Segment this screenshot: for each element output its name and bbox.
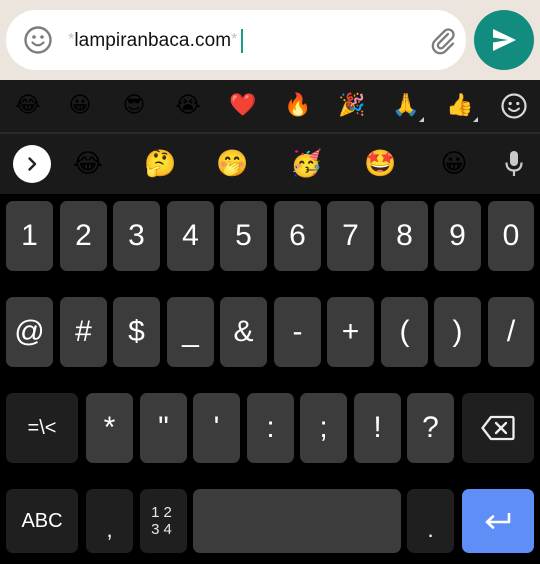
key-open-paren[interactable]: ( xyxy=(381,297,428,367)
key-2[interactable]: 2 xyxy=(60,201,107,271)
key-double-quote[interactable]: " xyxy=(140,393,187,463)
chevron-right-icon xyxy=(28,157,37,171)
suggested-emoji[interactable]: 🤩 xyxy=(364,148,396,180)
recent-emoji[interactable]: 😀 xyxy=(66,92,94,120)
microphone-icon[interactable] xyxy=(500,148,528,180)
message-input-pill[interactable]: * lampiranbaca.com * xyxy=(6,10,466,70)
send-arrow-icon xyxy=(493,29,516,51)
expand-suggestions-button[interactable] xyxy=(13,145,51,183)
backspace-icon xyxy=(481,415,515,441)
numpad-label-top: 12 xyxy=(151,504,176,521)
key-ampersand[interactable]: & xyxy=(220,297,267,367)
key-slash[interactable]: / xyxy=(488,297,534,367)
comma-key-label: , xyxy=(106,517,113,542)
recent-emoji[interactable]: 🙏 xyxy=(392,92,420,120)
paperclip-icon[interactable] xyxy=(426,24,460,58)
key-close-paren[interactable]: ) xyxy=(434,297,481,367)
message-text-field[interactable]: * lampiranbaca.com * xyxy=(68,28,418,54)
space-key[interactable] xyxy=(193,489,401,553)
comma-key[interactable]: , xyxy=(86,489,133,553)
symbol-keyboard: 1 2 3 4 5 6 7 8 9 0 @ # $ _ & - + ( ) / … xyxy=(0,194,540,564)
more-symbols-key[interactable]: =\< xyxy=(6,393,78,463)
abc-key[interactable]: ABC xyxy=(6,489,78,553)
key-5[interactable]: 5 xyxy=(220,201,267,271)
suggested-emoji[interactable]: 🤭 xyxy=(216,148,248,180)
key-colon[interactable]: : xyxy=(247,393,294,463)
suggested-emoji[interactable]: 🥳 xyxy=(290,148,322,180)
recent-emoji[interactable]: 😭 xyxy=(174,92,202,120)
recent-emoji-row: 😂 😀 😎 😭 ❤️ 🔥 🎉 🙏 👍 xyxy=(0,80,540,132)
key-0[interactable]: 0 xyxy=(488,201,534,271)
key-1[interactable]: 1 xyxy=(6,201,53,271)
recent-emoji[interactable]: 😂 xyxy=(14,92,42,120)
text-caret xyxy=(240,29,243,53)
key-underscore[interactable]: _ xyxy=(167,297,214,367)
key-9[interactable]: 9 xyxy=(434,201,481,271)
recent-emoji[interactable]: 🔥 xyxy=(284,92,312,120)
key-3[interactable]: 3 xyxy=(113,201,160,271)
key-4[interactable]: 4 xyxy=(167,201,214,271)
period-key-label: . xyxy=(427,517,434,542)
key-7[interactable]: 7 xyxy=(327,201,374,271)
smiley-outline-icon[interactable] xyxy=(500,92,528,120)
period-key[interactable]: . xyxy=(407,489,454,553)
message-text: lampiranbaca.com xyxy=(74,30,232,51)
send-button[interactable] xyxy=(474,10,534,70)
emoji-smiley-icon[interactable] xyxy=(23,25,53,55)
suggested-emoji[interactable]: 🤔 xyxy=(144,148,176,180)
recent-emoji[interactable]: 👍 xyxy=(446,92,474,120)
message-compose-bar: * lampiranbaca.com * xyxy=(0,0,540,80)
key-semicolon[interactable]: ; xyxy=(300,393,347,463)
key-hash[interactable]: # xyxy=(60,297,107,367)
key-6[interactable]: 6 xyxy=(274,201,321,271)
enter-return-icon xyxy=(485,513,511,529)
variant-indicator xyxy=(419,117,424,122)
bold-marker-end: * xyxy=(231,31,238,48)
key-exclamation[interactable]: ! xyxy=(354,393,401,463)
key-dollar[interactable]: $ xyxy=(113,297,160,367)
key-8[interactable]: 8 xyxy=(381,201,428,271)
key-at[interactable]: @ xyxy=(6,297,53,367)
key-single-quote[interactable]: ' xyxy=(193,393,240,463)
variant-indicator xyxy=(473,117,478,122)
recent-emoji[interactable]: 🎉 xyxy=(338,92,366,120)
emoji-suggestion-row: 😂 🤔 🤭 🥳 🤩 😀 xyxy=(0,134,540,194)
key-plus[interactable]: + xyxy=(327,297,374,367)
suggested-emoji[interactable]: 😀 xyxy=(438,148,470,180)
key-asterisk[interactable]: * xyxy=(86,393,133,463)
key-question[interactable]: ? xyxy=(407,393,454,463)
numpad-label-bottom: 34 xyxy=(151,521,176,538)
enter-key[interactable] xyxy=(462,489,534,553)
backspace-key[interactable] xyxy=(462,393,534,463)
recent-emoji[interactable]: ❤️ xyxy=(229,92,257,120)
key-minus[interactable]: - xyxy=(274,297,321,367)
suggested-emoji[interactable]: 😂 xyxy=(72,148,104,180)
recent-emoji[interactable]: 😎 xyxy=(120,92,148,120)
numpad-key[interactable]: 12 34 xyxy=(140,489,187,553)
